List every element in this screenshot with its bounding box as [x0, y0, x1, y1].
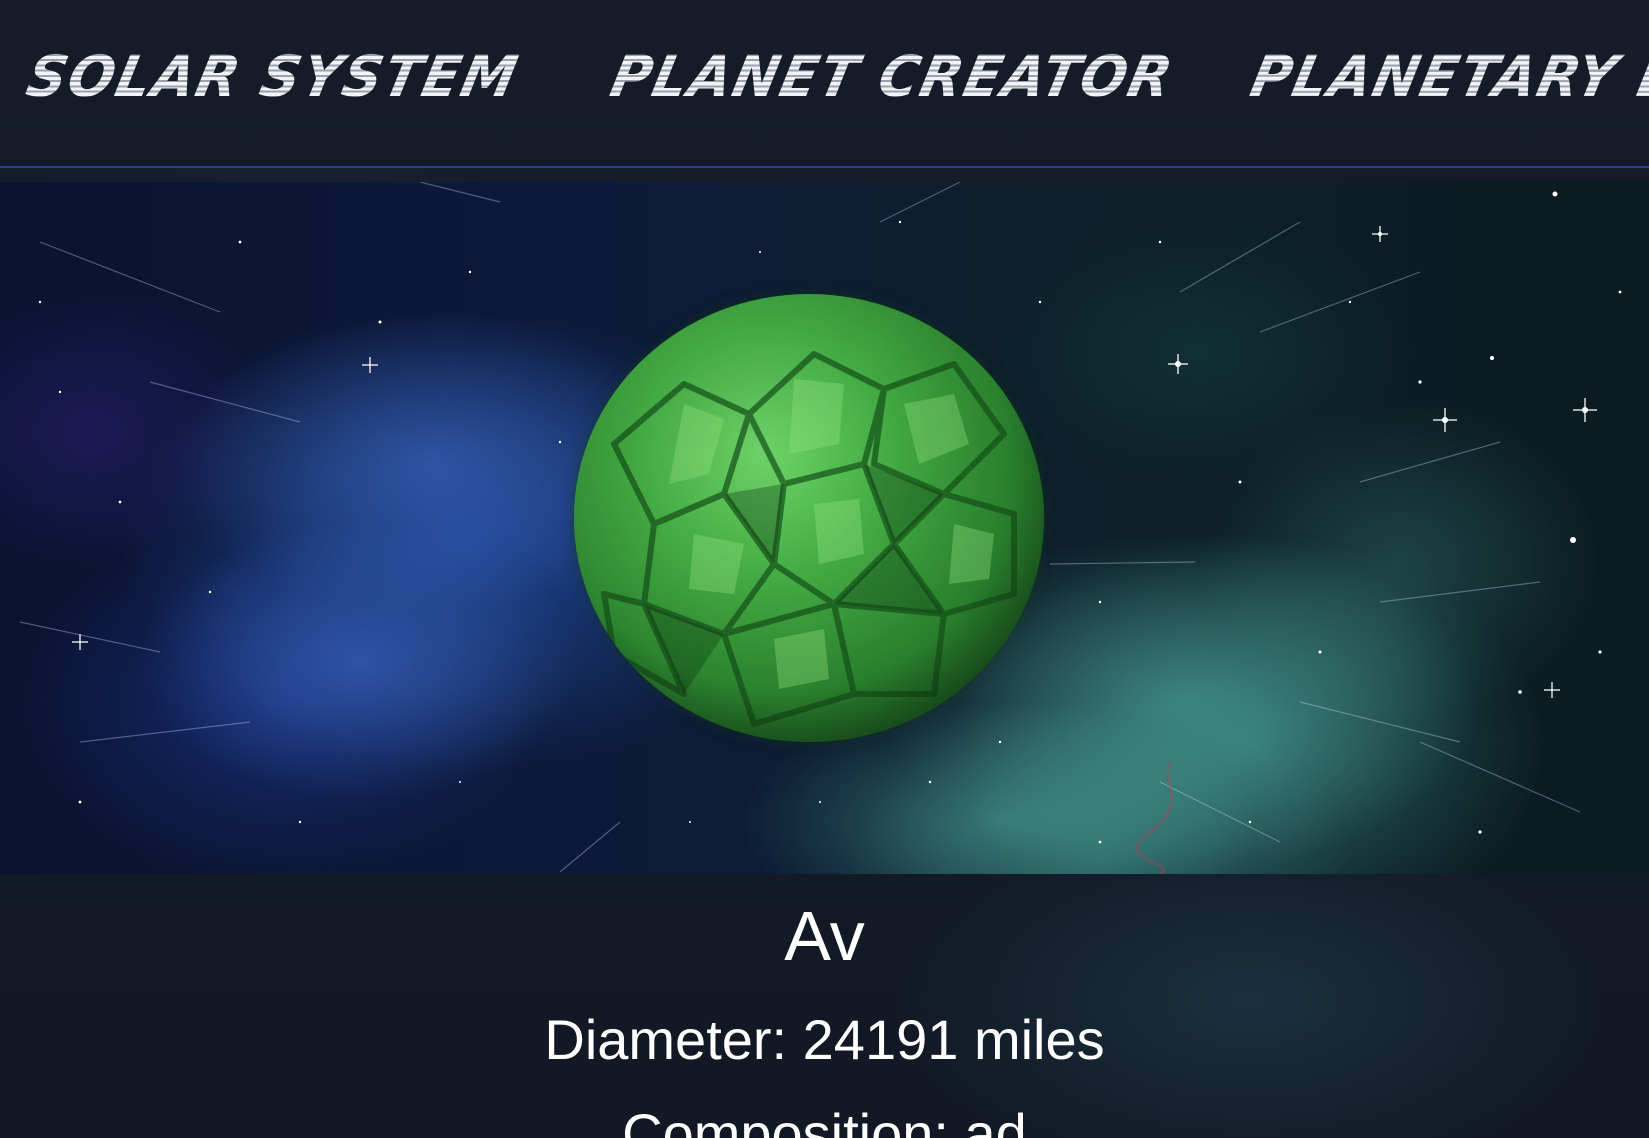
nav-solar-system-link[interactable]: SOLAR SYSTEM: [20, 40, 525, 114]
planet-info: Av Diameter: 24191 miles Composition: ad: [0, 874, 1649, 1138]
planet-sphere: [574, 294, 1044, 742]
nav-planet-creator-link[interactable]: PLANET CREATOR: [604, 40, 1180, 114]
planet-viewer[interactable]: [0, 182, 1649, 874]
planet-3d-model[interactable]: [574, 294, 1044, 742]
nav-planetary-list-link[interactable]: PLANETARY LIST: [1244, 40, 1649, 114]
top-navbar: SOLAR SYSTEM PLANET CREATOR PLANETARY LI…: [0, 0, 1649, 168]
planet-diameter: Diameter: 24191 miles: [544, 1008, 1105, 1071]
planet-name: Av: [784, 897, 865, 975]
planet-composition: Composition: ad: [622, 1102, 1027, 1138]
planet-detail-page: SOLAR SYSTEM PLANET CREATOR PLANETARY LI…: [0, 0, 1649, 1138]
